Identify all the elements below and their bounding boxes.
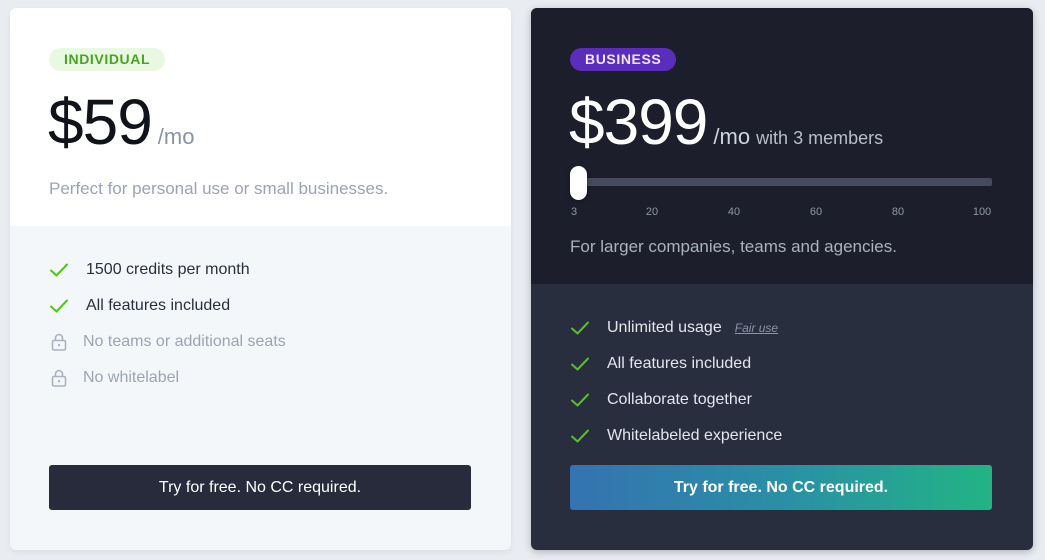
business-plan-badge: BUSINESS <box>570 48 677 71</box>
slider-tick-label: 60 <box>809 206 823 218</box>
slider-track[interactable] <box>578 178 992 186</box>
feature-text: Whitelabeled experience <box>607 427 783 444</box>
individual-plan-badge: INDIVIDUAL <box>49 48 166 71</box>
feature-item: All features included <box>49 288 286 324</box>
individual-price-unit: /mo <box>157 124 195 149</box>
business-price: $399 /mo with 3 members <box>569 84 883 160</box>
business-feature-list: Unlimited usage Fair use All features in… <box>570 310 782 454</box>
feature-text: 1500 credits per month <box>86 261 250 278</box>
individual-plan-card: INDIVIDUAL $59 /mo Perfect for personal … <box>10 8 511 550</box>
individual-plan-description: Perfect for personal use or small busine… <box>49 179 389 198</box>
lock-icon <box>51 369 67 387</box>
feature-text: No whitelabel <box>83 369 180 386</box>
feature-item: 1500 credits per month <box>49 252 286 288</box>
feature-item: Unlimited usage Fair use <box>570 310 782 346</box>
check-icon <box>571 429 589 443</box>
individual-price-amount: $59 <box>48 86 153 158</box>
members-slider[interactable]: 3 20 40 60 80 100 <box>570 166 993 226</box>
slider-tick-label: 80 <box>891 206 905 218</box>
individual-try-free-button[interactable]: Try for free. No CC required. <box>49 465 471 510</box>
feature-item: Whitelabeled experience <box>570 418 782 454</box>
fair-use-link[interactable]: Fair use <box>735 321 778 335</box>
feature-item: Collaborate together <box>570 382 782 418</box>
individual-feature-list: 1500 credits per month All features incl… <box>49 252 286 396</box>
slider-thumb[interactable] <box>570 166 587 200</box>
feature-text: Collaborate together <box>607 391 752 408</box>
business-price-unit: /mo <box>713 124 751 149</box>
slider-tick-label: 20 <box>645 206 659 218</box>
slider-tick-labels: 3 20 40 60 80 100 <box>570 206 993 220</box>
check-icon <box>571 357 589 371</box>
feature-item: No teams or additional seats <box>49 324 286 360</box>
business-price-amount: $399 <box>569 86 708 158</box>
business-members-count: with 3 members <box>756 128 884 148</box>
lock-icon <box>51 333 67 351</box>
feature-text: All features included <box>86 297 231 314</box>
check-icon <box>50 299 68 313</box>
business-plan-description: For larger companies, teams and agencies… <box>570 237 897 256</box>
check-icon <box>571 321 589 335</box>
check-icon <box>50 263 68 277</box>
slider-tick-label: 100 <box>972 206 992 218</box>
individual-price: $59 /mo <box>48 84 194 160</box>
feature-item: All features included <box>570 346 782 382</box>
feature-text: Unlimited usage <box>607 319 722 336</box>
feature-text: No teams or additional seats <box>83 333 286 350</box>
business-plan-card: BUSINESS $399 /mo with 3 members 3 20 40… <box>531 8 1033 550</box>
slider-tick-label: 3 <box>570 206 578 218</box>
slider-tick-label: 40 <box>727 206 741 218</box>
check-icon <box>571 393 589 407</box>
business-try-free-button[interactable]: Try for free. No CC required. <box>570 465 992 510</box>
feature-item: No whitelabel <box>49 360 286 396</box>
feature-text: All features included <box>607 355 752 372</box>
